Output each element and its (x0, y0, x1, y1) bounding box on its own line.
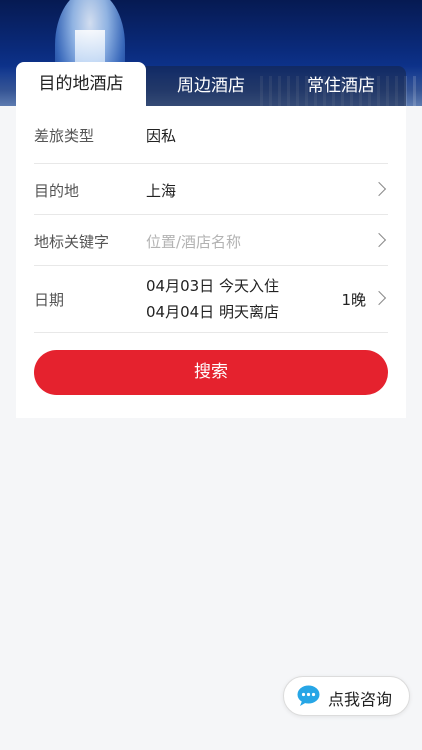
keyword-label: 地标关键字 (34, 233, 110, 251)
tab-destination-hotel[interactable]: 目的地酒店 (16, 62, 146, 106)
chat-bubble-icon (297, 685, 320, 706)
destination-label: 目的地 (34, 182, 80, 200)
chevron-right-icon (371, 290, 387, 306)
checkin-date[interactable]: 04月03日 今天入住 (146, 275, 279, 296)
travel-type-label: 差旅类型 (34, 127, 95, 145)
destination-value[interactable]: 上海 (146, 180, 176, 201)
nights-count: 1晚 (341, 291, 366, 309)
checkout-date[interactable]: 04月04日 明天离店 (146, 301, 279, 322)
destination-row[interactable]: 目的地 上海 (34, 163, 388, 215)
keyword-input[interactable]: 位置/酒店名称 (146, 231, 241, 252)
consult-label: 点我咨询 (328, 690, 393, 709)
keyword-row[interactable]: 地标关键字 位置/酒店名称 (34, 214, 388, 266)
search-button[interactable]: 搜索 (34, 350, 388, 395)
date-label: 日期 (34, 291, 65, 309)
hotel-type-tabs: 周边酒店 常住酒店 目的地酒店 (16, 62, 406, 106)
tab-frequent-hotel[interactable]: 常住酒店 (276, 66, 406, 106)
chevron-right-icon (371, 232, 387, 248)
hotel-search-page: 周边酒店 常住酒店 目的地酒店 差旅类型 因私 目的地 上海 地标关键字 位置/… (0, 0, 422, 750)
chevron-right-icon (371, 181, 387, 197)
tab-nearby-hotel[interactable]: 周边酒店 (146, 66, 276, 106)
travel-type-row[interactable]: 差旅类型 因私 (34, 106, 388, 164)
search-card: 差旅类型 因私 目的地 上海 地标关键字 位置/酒店名称 日期 04月03日 今… (16, 106, 406, 418)
date-row[interactable]: 日期 04月03日 今天入住 04月04日 明天离店 1晚 (34, 265, 388, 333)
consult-button[interactable]: 点我咨询 (283, 676, 410, 716)
travel-type-value[interactable]: 因私 (146, 125, 176, 146)
